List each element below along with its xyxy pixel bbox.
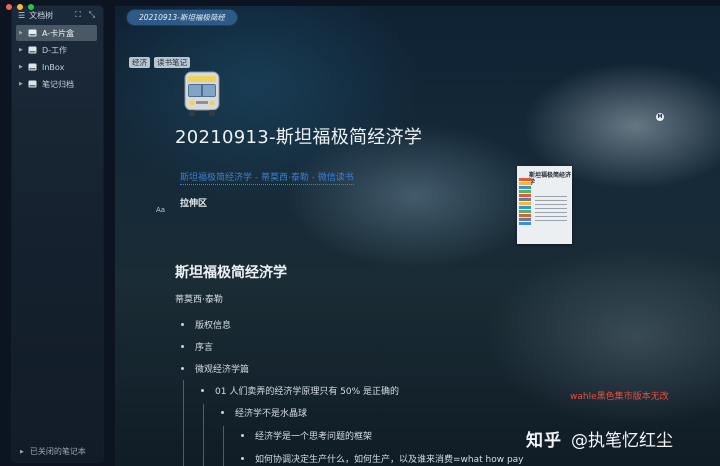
- zhihu-user: @执笔忆红尘: [571, 431, 673, 451]
- bus-emoji-icon[interactable]: [182, 70, 222, 122]
- list-icon[interactable]: ☰: [18, 11, 25, 20]
- sidebar-title: 文档树: [29, 10, 54, 20]
- outline-text: 经济学不是水晶球: [235, 409, 308, 419]
- expand-arrow-icon[interactable]: ▶: [19, 64, 28, 70]
- document-tab[interactable]: 20210913-斯坦福极简经: [127, 10, 237, 25]
- notebook-label: A-卡片盒: [42, 28, 75, 38]
- zhihu-logo: 知乎: [526, 431, 562, 451]
- window-controls: [6, 4, 34, 10]
- outline-text: 如何协调决定生产什么，如何生产，以及谁来消费=what how pay: [255, 455, 524, 465]
- book-cover-text-lines: [535, 196, 567, 224]
- outline-text: 01 人们卖弄的经济学原理只有 50% 是正确的: [215, 387, 400, 397]
- red-note-watermark: wahle黑色集市版本无改: [570, 392, 669, 402]
- minimize-window-dot[interactable]: [17, 4, 23, 10]
- document-title[interactable]: 20210913-斯坦福极简经济学: [175, 123, 422, 149]
- bullet-icon[interactable]: [221, 411, 224, 414]
- subheading-stretch-zone: 拉伸区: [180, 199, 208, 209]
- collapse-icon[interactable]: ⤡: [87, 10, 97, 20]
- bullet-icon[interactable]: [181, 323, 184, 326]
- indent-guide: [183, 380, 184, 466]
- outline-text: 序言: [195, 343, 214, 353]
- notebook-item-inbox[interactable]: ▶ InBox: [16, 59, 97, 75]
- bullet-icon[interactable]: [201, 389, 204, 392]
- m-badge-icon[interactable]: M: [656, 113, 664, 121]
- outline-text: 经济学是一个思考问题的框架: [255, 432, 373, 442]
- editor-area: 20210913-斯坦福极简经 经济 读书笔记 20210913-斯坦福极简经济…: [115, 6, 720, 466]
- book-cover-image: 斯坦福极简经济学: [517, 166, 572, 244]
- book-cover-title: 斯坦福极简经济学: [529, 172, 572, 186]
- outline-item[interactable]: 经济学不是水晶球: [221, 406, 307, 419]
- outline-item[interactable]: 微观经济学篇: [181, 362, 249, 375]
- notebook-icon: [28, 80, 37, 88]
- expand-arrow-icon[interactable]: ▶: [19, 81, 28, 87]
- notebook-icon: [28, 29, 37, 37]
- notebook-item-archive[interactable]: ▶ 笔记归档: [16, 76, 97, 92]
- expand-arrow-icon[interactable]: ▶: [20, 449, 24, 455]
- notebook-label: InBox: [42, 62, 65, 72]
- expand-icon[interactable]: ⛶: [73, 10, 83, 20]
- notebook-label: 笔记归档: [42, 79, 74, 89]
- notebook-item-d-work[interactable]: ▶ D-工作: [16, 42, 97, 58]
- indent-guide: [203, 404, 204, 466]
- notebook-icon: [28, 63, 37, 71]
- notebook-label: D-工作: [42, 45, 68, 55]
- notebook-icon: [28, 46, 37, 54]
- outline-item[interactable]: 序言: [181, 340, 213, 353]
- bullet-icon[interactable]: [241, 457, 244, 460]
- expand-arrow-icon[interactable]: ▶: [19, 30, 28, 36]
- notebook-item-a-card-box[interactable]: ▶ A-卡片盒: [16, 25, 97, 41]
- sidebar: ☰ 文档树 ⛶ ⤡ ▶ A-卡片盒 ▶ D-工作 ▶ InBox ▶ 笔记归档 …: [12, 6, 103, 462]
- bullet-icon[interactable]: [181, 345, 184, 348]
- outline-item[interactable]: 如何协调决定生产什么，如何生产，以及谁来消费=what how pay: [241, 452, 524, 465]
- indent-guide: [223, 426, 224, 466]
- outline-text: 微观经济学篇: [195, 365, 250, 375]
- closed-notebooks-label: 已关闭的笔记本: [29, 447, 86, 456]
- zhihu-watermark: 知乎 @执笔忆红尘: [526, 426, 673, 451]
- outline-text: 版权信息: [195, 321, 232, 331]
- zoom-window-dot[interactable]: [28, 4, 34, 10]
- bullet-icon[interactable]: [241, 434, 244, 437]
- reference-link[interactable]: 斯坦福极简经济学 - 蒂莫西·泰勒 - 微信读书: [180, 172, 354, 185]
- book-cover-stripes: [519, 178, 531, 226]
- outline-item[interactable]: 01 人们卖弄的经济学原理只有 50% 是正确的: [201, 384, 399, 397]
- closed-notebooks[interactable]: ▶ 已关闭的笔记本: [20, 446, 86, 457]
- expand-arrow-icon[interactable]: ▶: [19, 47, 28, 53]
- tag-economics[interactable]: 经济: [129, 57, 150, 68]
- close-window-dot[interactable]: [6, 4, 12, 10]
- tag-list: 经济 读书笔记: [129, 57, 190, 68]
- font-size-toggle[interactable]: Aa: [156, 206, 165, 214]
- outline-item[interactable]: 版权信息: [181, 318, 231, 331]
- bullet-icon[interactable]: [181, 367, 184, 370]
- outline-item[interactable]: 经济学是一个思考问题的框架: [241, 429, 372, 442]
- author-line[interactable]: 蒂莫西·泰勒: [175, 292, 223, 305]
- tag-reading-notes[interactable]: 读书笔记: [154, 57, 190, 68]
- section-heading[interactable]: 斯坦福极简经济学: [175, 262, 287, 282]
